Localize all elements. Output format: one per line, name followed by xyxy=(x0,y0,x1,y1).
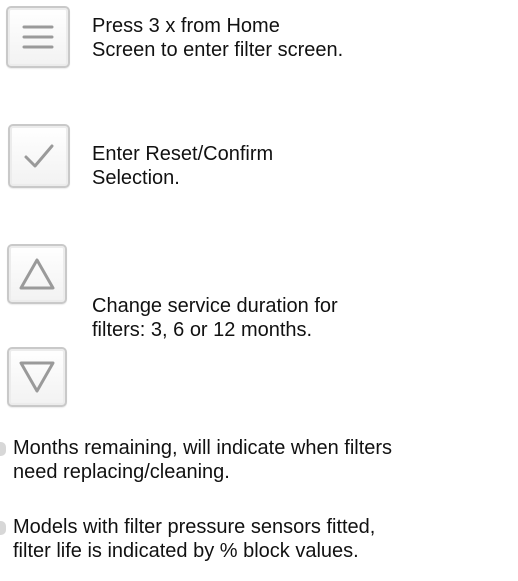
months-remaining-note: Months remaining, will indicate when fil… xyxy=(13,437,393,483)
menu-instruction: Press 3 x from Home Screen to enter filt… xyxy=(92,15,344,61)
up-button[interactable] xyxy=(7,244,67,304)
up-triangle-icon xyxy=(17,256,57,292)
confirm-button[interactable] xyxy=(8,124,70,188)
duration-instruction: Change service duration for filters: 3, … xyxy=(92,295,338,341)
note-marker xyxy=(0,521,6,535)
menu-icon xyxy=(18,20,58,54)
checkmark-icon xyxy=(20,138,58,174)
down-triangle-icon xyxy=(17,359,57,395)
menu-button[interactable] xyxy=(6,6,70,68)
note-marker xyxy=(0,442,6,456)
confirm-instruction: Enter Reset/Confirm Selection. xyxy=(92,143,274,189)
down-button[interactable] xyxy=(7,347,67,407)
pressure-sensor-note: Models with filter pressure sensors fitt… xyxy=(13,516,376,562)
